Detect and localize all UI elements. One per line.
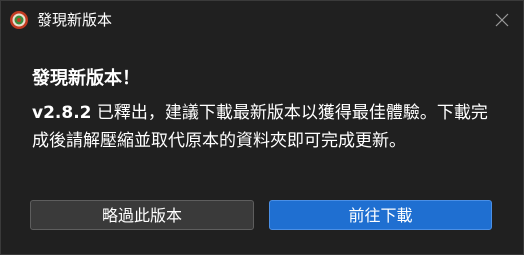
dialog-message: v2.8.2 已釋出，建議下載最新版本以獲得最佳體驗。下載完成後請解壓縮並取代原… bbox=[32, 99, 502, 155]
close-icon bbox=[495, 13, 509, 27]
version-number: v2.8.2 bbox=[32, 103, 92, 123]
dialog-content: 發現新版本！ v2.8.2 已釋出，建議下載最新版本以獲得最佳體驗。下載完成後請… bbox=[1, 39, 523, 254]
go-download-button[interactable]: 前往下載 bbox=[269, 200, 492, 230]
title-bar[interactable]: 發現新版本 bbox=[1, 1, 523, 39]
close-button[interactable] bbox=[487, 5, 517, 35]
app-logo-icon bbox=[10, 11, 28, 29]
update-dialog-window: 發現新版本 發現新版本！ v2.8.2 已釋出，建議下載最新版本以獲得最佳體驗。… bbox=[0, 0, 524, 255]
dialog-heading: 發現新版本！ bbox=[32, 68, 140, 89]
skip-version-button[interactable]: 略過此版本 bbox=[30, 200, 254, 230]
message-text: 已釋出，建議下載最新版本以獲得最佳體驗。下載完成後請解壓縮並取代原本的資料夾即可… bbox=[32, 103, 488, 151]
window-title: 發現新版本 bbox=[37, 11, 113, 29]
